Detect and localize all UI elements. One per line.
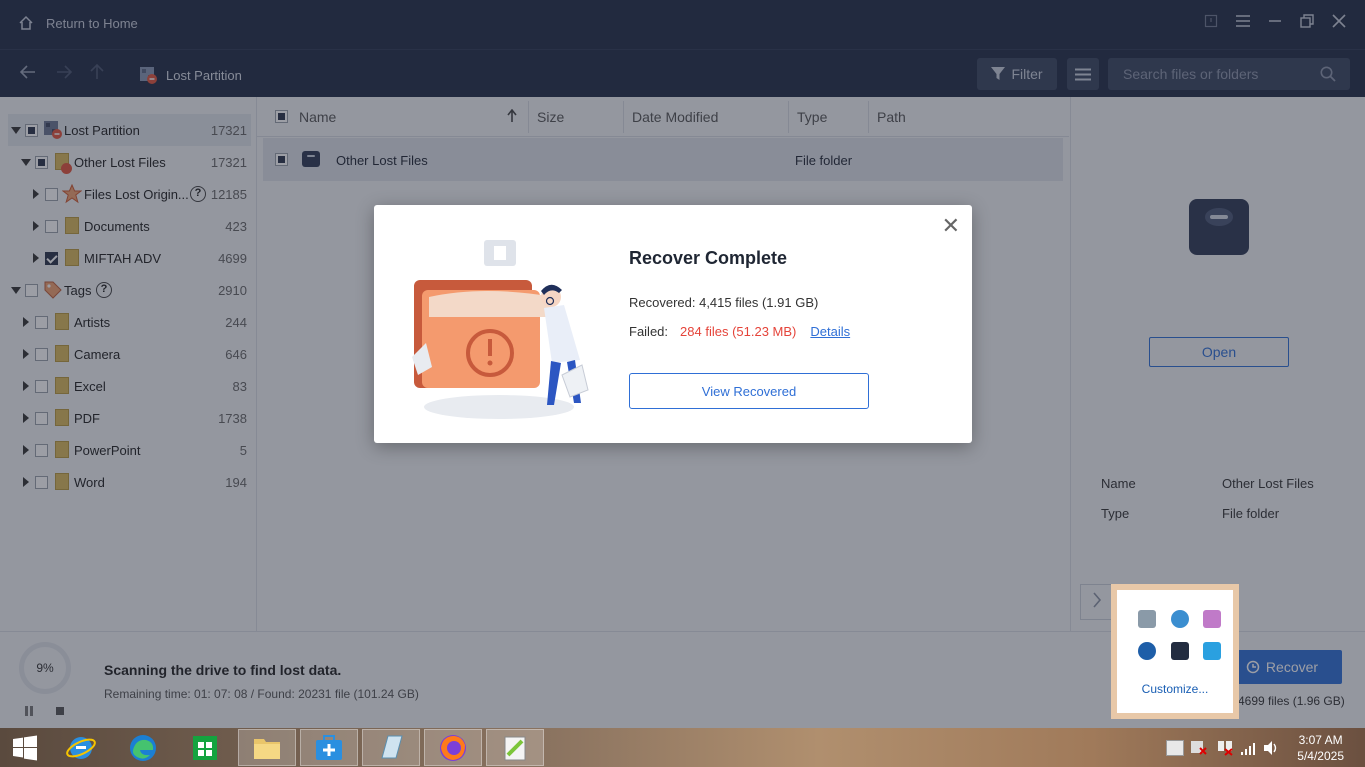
tray-overflow-popup: Customize... [1111,584,1239,719]
windows-logo-icon [13,735,37,760]
folder-icon [254,738,280,759]
security-alert-icon[interactable] [1190,740,1208,756]
failed-summary: Failed: 284 files (51.23 MB) Details [629,324,850,339]
failed-label: Failed: [629,324,669,339]
start-button[interactable] [0,729,50,766]
taskbar-file-explorer[interactable] [238,729,296,766]
volume-icon[interactable] [1263,740,1279,756]
edge-icon [130,734,156,761]
details-link[interactable]: Details [810,324,850,339]
taskbar-edge[interactable] [114,729,172,766]
store-icon [193,735,217,760]
tray-overflow-panel: Customize... [1117,590,1233,713]
internet-explorer-icon [66,736,96,759]
usb-safe-remove-icon[interactable] [1138,610,1156,628]
recovery-app-icon [316,734,342,760]
taskbar-store[interactable] [176,729,234,766]
recovered-summary: Recovered: 4,415 files (1.91 GB) [629,295,819,310]
recover-illustration [412,240,589,419]
view-recovered-button[interactable]: View Recovered [629,373,869,409]
pen-icon[interactable] [1203,610,1221,628]
recover-complete-dialog: ✕ Recover Complete Recovered: 4,415 file… [374,205,972,443]
show-hidden-icons-button[interactable] [1166,740,1184,756]
display-icon[interactable] [1171,642,1189,660]
clock-time: 3:07 AM [1298,733,1343,747]
taskbar-internet-explorer[interactable] [52,729,110,766]
taskbar-recovery-app[interactable] [300,729,358,766]
clock-date: 5/4/2025 [1297,749,1344,763]
notepad-icon [381,735,403,758]
app-tray-icon[interactable] [1203,642,1221,660]
close-icon[interactable]: ✕ [942,215,960,237]
notepad-plus-icon [504,736,526,760]
customize-link[interactable]: Customize... [1117,682,1233,696]
signal-icon[interactable] [1240,740,1256,756]
taskbar-notepad[interactable] [362,729,420,766]
taskbar: 3:07 AM 5/4/2025 [0,728,1365,767]
dialog-title: Recover Complete [629,248,788,268]
network-globe-icon[interactable] [1171,610,1189,628]
firefox-icon [440,734,466,761]
system-clock[interactable]: 3:07 AM 5/4/2025 [1297,732,1344,764]
network-icon[interactable] [1216,739,1234,757]
bluetooth-icon[interactable] [1138,642,1156,660]
taskbar-firefox[interactable] [424,729,482,766]
failed-value: 284 files (51.23 MB) [680,324,797,339]
taskbar-notepad-plus[interactable] [486,729,544,766]
